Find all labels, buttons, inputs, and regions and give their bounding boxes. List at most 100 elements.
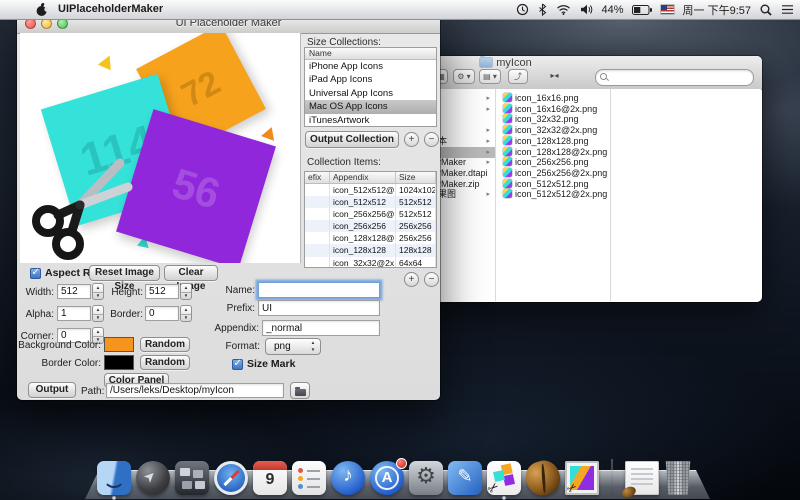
appendix-field[interactable] — [262, 320, 380, 336]
image-file-icon — [503, 125, 512, 134]
name-column-header[interactable]: Name — [305, 48, 436, 60]
running-indicator — [502, 496, 506, 500]
collection-items-header[interactable]: efix Appendix Size — [305, 172, 436, 184]
output-collection-button[interactable]: Output Collection — [305, 131, 399, 148]
volume-icon[interactable] — [580, 4, 593, 15]
collection-row-iphone-app-icons[interactable]: iPhone App Icons — [305, 60, 436, 73]
add-collection-button[interactable]: + — [404, 132, 419, 147]
notification-badge — [396, 458, 407, 469]
reset-image-size-button[interactable]: Reset Image Size — [89, 265, 160, 281]
itunes-icon — [331, 461, 365, 495]
dock-itunes[interactable] — [331, 461, 365, 495]
finder-file-row[interactable]: icon_16x16.png — [497, 93, 609, 104]
desktop: myIcon ▦ ⚙ ▾ ▤ ▾ ⤴ ▸◂ ▸▸▸本▸▸rMaker▸rMake… — [0, 0, 800, 500]
battery-indicator[interactable]: 44% — [602, 4, 652, 16]
aspect-ratio-checkbox[interactable] — [30, 268, 41, 279]
format-dropdown[interactable]: png ▲▼ — [265, 338, 321, 355]
remove-collection-button[interactable]: − — [424, 132, 439, 147]
settings-form: Aspect Ratio Reset Image Size Clear Imag… — [17, 263, 440, 400]
collection-row-mac-os-app-icons[interactable]: Mac OS App Icons — [305, 100, 436, 113]
finder-file-row[interactable]: icon_128x128@2x.png — [497, 147, 609, 158]
alpha-label: Alpha: — [25, 309, 54, 320]
arrange-button[interactable]: ▤ ▾ — [479, 69, 501, 84]
dock-bean-app[interactable] — [526, 461, 560, 495]
finder-file-row[interactable]: icon_512x512.png — [497, 179, 609, 190]
collection-row-ipad-app-icons[interactable]: iPad App Icons — [305, 73, 436, 86]
dock-safari[interactable] — [214, 461, 248, 495]
collection-item-row[interactable]: icon_128x128@2x256x256 — [305, 232, 436, 244]
preview-canvas: 72 114 56 — [20, 33, 301, 263]
dock-pen-app[interactable] — [448, 461, 482, 495]
apple-menu-icon[interactable] — [36, 3, 48, 17]
finder-file-row[interactable]: icon_256x256@2x.png — [497, 168, 609, 179]
collection-row-itunesartwork[interactable]: iTunesArtwork — [305, 114, 436, 127]
collection-item-row[interactable]: icon_128x128128x128 — [305, 244, 436, 256]
yellow-triangle — [98, 53, 116, 71]
path-label: Path: — [81, 386, 104, 397]
width-field[interactable] — [57, 284, 91, 299]
square-number: 56 — [167, 159, 226, 219]
name-field[interactable] — [258, 282, 380, 298]
background-random-button[interactable]: Random — [140, 337, 190, 352]
finder-search-field[interactable] — [595, 69, 754, 86]
output-button[interactable]: Output — [28, 382, 76, 398]
clear-image-button[interactable]: Clear Image — [164, 265, 218, 281]
background-color-swatch[interactable] — [104, 337, 134, 352]
action-gear-button[interactable]: ⚙ ▾ — [453, 69, 475, 84]
time-machine-icon[interactable] — [516, 3, 529, 16]
menu-clock[interactable]: 周一 下午9:57 — [683, 2, 751, 18]
image-file-icon — [503, 147, 512, 156]
dock-app-store[interactable] — [370, 461, 404, 495]
menu-bar: UIPlaceholderMaker 44% 周一 下午9:57 — [0, 0, 800, 20]
safari-icon — [214, 461, 248, 495]
active-app-menu[interactable]: UIPlaceholderMaker — [58, 0, 163, 19]
appendix-label: Appendix: — [212, 323, 259, 334]
prefix-field[interactable] — [258, 300, 380, 316]
finder-file-row[interactable]: icon_32x32@2x.png — [497, 125, 609, 136]
collection-items-title: Collection Items: — [307, 157, 381, 168]
finder-file-row[interactable]: icon_32x32.png — [497, 114, 609, 125]
dock-trash[interactable] — [664, 461, 692, 495]
choose-folder-button[interactable] — [290, 382, 310, 399]
border-stepper[interactable] — [180, 305, 192, 322]
disclosure-arrow-icon: ▸ — [486, 93, 490, 104]
scissors-icon — [20, 151, 138, 263]
border-field[interactable] — [145, 306, 179, 321]
collection-item-row[interactable]: icon_512x512@2x1024x1024 — [305, 184, 436, 196]
inward-arrows-icon[interactable]: ▸◂ — [547, 69, 562, 84]
wifi-icon[interactable] — [556, 4, 571, 15]
dock-calendar[interactable]: 9 — [253, 461, 287, 495]
dropdown-arrows-icon: ▲▼ — [309, 340, 317, 353]
battery-icon — [632, 5, 652, 15]
bluetooth-icon[interactable] — [538, 3, 547, 16]
path-field[interactable] — [106, 383, 284, 398]
alpha-field[interactable] — [57, 306, 91, 321]
finder-file-row[interactable]: icon_256x256.png — [497, 157, 609, 168]
dock-finder[interactable] — [97, 461, 131, 495]
collection-item-row[interactable]: icon_256x256256x256 — [305, 220, 436, 232]
height-field[interactable] — [145, 284, 179, 299]
collection-item-row[interactable]: icon_256x256@2x512x512 — [305, 208, 436, 220]
share-button[interactable]: ⤴ — [508, 69, 528, 84]
dock-mission-control[interactable] — [175, 461, 209, 495]
image-file-icon — [503, 104, 512, 113]
input-language-flag-icon[interactable] — [661, 5, 674, 14]
dock-documents-stack[interactable] — [625, 461, 659, 495]
dock-system-preferences[interactable] — [409, 461, 443, 495]
collection-row-universal-app-icons[interactable]: Universal App Icons — [305, 87, 436, 100]
collection-item-row[interactable]: icon_512x512512x512 — [305, 196, 436, 208]
border-color-swatch[interactable] — [104, 355, 134, 370]
dock-launchpad[interactable] — [136, 461, 170, 495]
spotlight-icon[interactable] — [760, 4, 772, 16]
finder-file-row[interactable]: icon_128x128.png — [497, 136, 609, 147]
finder-file-row[interactable]: icon_512x512@2x.png — [497, 189, 609, 200]
notification-center-icon[interactable] — [781, 4, 794, 15]
dock-reminders[interactable] — [292, 461, 326, 495]
dock-ui-placeholder-maker[interactable] — [487, 461, 521, 495]
size-mark-checkbox[interactable] — [232, 359, 243, 370]
height-stepper[interactable] — [180, 283, 192, 300]
dock-framed-picture[interactable] — [565, 461, 599, 495]
width-stepper[interactable] — [92, 283, 104, 300]
border-random-button[interactable]: Random — [140, 355, 190, 370]
alpha-stepper[interactable] — [92, 305, 104, 322]
